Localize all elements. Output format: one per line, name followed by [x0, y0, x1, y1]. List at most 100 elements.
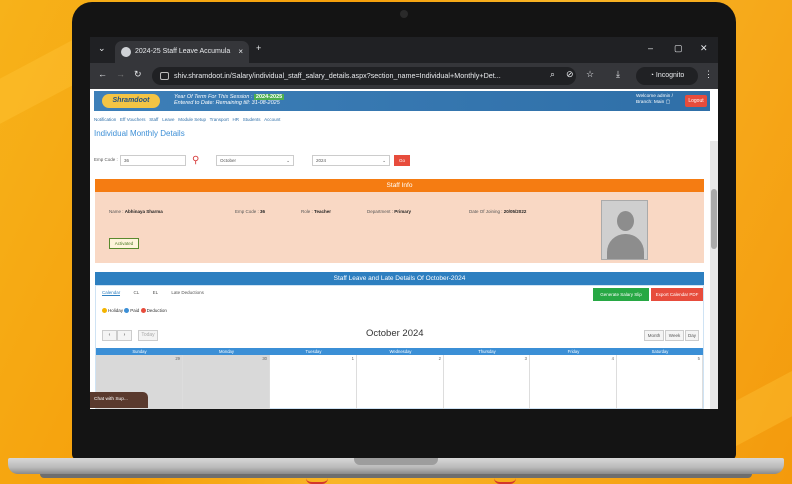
close-window-icon[interactable]: ✕	[700, 43, 708, 54]
new-tab-icon[interactable]: +	[256, 43, 261, 53]
incognito-badge[interactable]: ◔ Incognito	[636, 67, 698, 85]
menu-item-notification[interactable]: Notification	[94, 117, 116, 122]
toolbar: ← → ↻ shiv.shramdoot.in/Salary/individua…	[90, 63, 718, 89]
tab-search-icon[interactable]: ⌄	[98, 43, 106, 54]
logout-button[interactable]: Logout	[685, 95, 707, 107]
app-header: Shramdoot Year Of Term For This Session …	[94, 91, 710, 111]
maximize-icon[interactable]: ▢	[674, 43, 683, 54]
calendar-cell[interactable]: 4	[530, 355, 617, 409]
day-header-monday: Monday	[183, 348, 270, 355]
eye-off-icon[interactable]: ⊘	[566, 69, 574, 80]
welcome-text: Welcome admin /	[636, 94, 673, 99]
session-info: Year Of Term For This Session : 2024-202…	[174, 94, 285, 106]
tab-cl[interactable]: CL	[134, 290, 140, 295]
site-info-icon[interactable]	[160, 72, 169, 80]
bookmark-star-icon[interactable]: ☆	[586, 69, 594, 80]
chevron-down-icon: ⌄	[382, 158, 386, 163]
menu-item-transport[interactable]: Transport	[210, 117, 229, 122]
session-dates: Entered to Date: Remaining till: 31-08-2…	[174, 100, 280, 106]
status-badge: Activated	[109, 238, 139, 249]
menu-item-vouchers[interactable]: Eff Vouchers	[120, 117, 145, 122]
branch-selector[interactable]: Branch: Main ▢	[636, 100, 670, 105]
calendar-cell[interactable]: 5	[617, 355, 703, 409]
minimize-icon[interactable]: –	[648, 43, 653, 53]
back-icon[interactable]: ←	[98, 69, 107, 79]
menu-item-hr[interactable]: HR	[233, 117, 240, 122]
name-field: Name : Abhinaya Sharma	[109, 209, 163, 214]
calendar-cell[interactable]: 2	[357, 355, 444, 409]
date-number: 29	[175, 356, 180, 361]
day-header-wednesday: Wednesday	[357, 348, 444, 355]
date-number: 4	[611, 356, 614, 361]
month-select[interactable]: October ⌄	[216, 155, 294, 166]
user-info: Welcome admin / Branch: Main ▢	[636, 94, 673, 106]
menu-kebab-icon[interactable]: ⋮	[704, 69, 713, 80]
browser-tab[interactable]: 2024-25 Staff Leave Accumula ×	[115, 41, 249, 63]
menu-item-module-setup[interactable]: Module Setup	[178, 117, 206, 122]
menu-item-staff[interactable]: Staff	[149, 117, 158, 122]
tab-calendar[interactable]: Calendar	[102, 290, 121, 296]
laptop-bezel: ⌄ 2024-25 Staff Leave Accumula × + – ▢ ✕…	[72, 2, 736, 460]
chevron-down-icon: ⌄	[286, 158, 290, 163]
menu-item-leave[interactable]: Leave	[162, 117, 174, 122]
prev-month-button[interactable]: ‹	[102, 330, 117, 341]
go-button[interactable]: Go	[394, 155, 410, 166]
date-number: 2	[438, 356, 441, 361]
date-number: 1	[351, 356, 354, 361]
legend-deduction: Deduction	[146, 308, 167, 313]
calendar-cell[interactable]: 1	[270, 355, 357, 409]
tab-el[interactable]: EL	[153, 290, 159, 295]
page-scrollbar[interactable]	[710, 141, 718, 409]
calendar-cell[interactable]: 30	[183, 355, 270, 409]
calendar-cell[interactable]: 3	[444, 355, 530, 409]
web-page: Shramdoot Year Of Term For This Session …	[90, 89, 718, 409]
date-number: 30	[262, 356, 267, 361]
day-view-button[interactable]: Day	[685, 330, 699, 341]
avatar	[601, 200, 648, 260]
year-value: 2024	[316, 158, 327, 163]
tab-late-deductions[interactable]: Late Deductions	[171, 290, 204, 295]
calendar-grid: Sunday Monday Tuesday Wednesday Thursday…	[96, 348, 703, 409]
chat-widget-button[interactable]: Chat with Sup...	[90, 392, 148, 408]
role-field: Role : Teacher	[301, 209, 331, 214]
date-number: 3	[524, 356, 527, 361]
next-month-button[interactable]: ›	[117, 330, 132, 341]
incognito-label: Incognito	[655, 72, 685, 79]
menu-item-students[interactable]: Students	[243, 117, 261, 122]
address-bar[interactable]: shiv.shramdoot.in/Salary/individual_staf…	[152, 67, 576, 85]
tab-close-icon[interactable]: ×	[238, 41, 243, 63]
forward-icon[interactable]: →	[116, 69, 125, 79]
export-calendar-pdf-button[interactable]: Export Calendar PDF	[651, 288, 703, 301]
reload-icon[interactable]: ↻	[134, 69, 142, 80]
month-value: October	[220, 158, 237, 163]
search-icon[interactable]: ⚲	[192, 155, 199, 166]
main-menu: Notification Eff Vouchers Staff Leave Mo…	[94, 117, 280, 122]
download-icon[interactable]: ⤓	[616, 69, 620, 80]
page-title: Individual Monthly Details	[94, 129, 185, 138]
url-text: shiv.shramdoot.in/Salary/individual_staf…	[174, 71, 501, 80]
holiday-dot	[102, 308, 107, 314]
today-button[interactable]: Today	[138, 330, 158, 341]
day-header-sunday: Sunday	[96, 348, 183, 355]
day-header-tuesday: Tuesday	[270, 348, 357, 355]
paid-dot	[124, 308, 130, 314]
year-select[interactable]: 2024 ⌄	[312, 155, 390, 166]
decorative-mark	[494, 478, 516, 484]
zoom-icon[interactable]: ⌕	[550, 69, 555, 80]
app-logo[interactable]: Shramdoot	[102, 94, 160, 108]
webcam	[400, 10, 408, 18]
calendar-month-title: October 2024	[366, 328, 424, 339]
generate-salary-slip-button[interactable]: Generate Salary Slip	[593, 288, 649, 301]
week-view-button[interactable]: Week	[665, 330, 684, 341]
legend-holiday: Holiday	[108, 308, 124, 313]
emp-code-input[interactable]: 36	[120, 155, 186, 166]
laptop-notch	[354, 458, 438, 465]
legend-paid: Paid	[130, 308, 140, 313]
month-view-button[interactable]: Month	[644, 330, 664, 341]
date-number: 5	[697, 356, 700, 361]
calendar-legend: Holiday Paid Deduction	[102, 308, 167, 314]
day-header-friday: Friday	[530, 348, 617, 355]
menu-item-account[interactable]: Account	[264, 117, 280, 122]
emp-code-label: Emp Code :	[94, 157, 118, 162]
decorative-mark	[306, 478, 328, 484]
